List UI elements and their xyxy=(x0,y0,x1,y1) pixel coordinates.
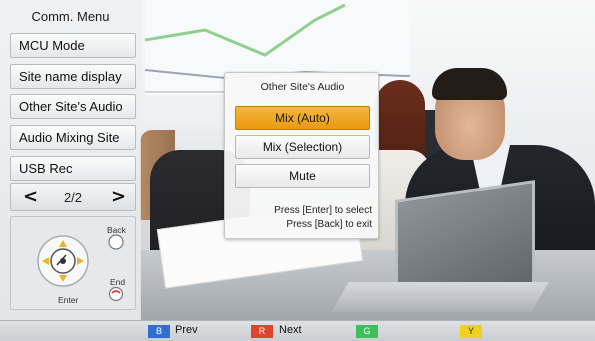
hint-select: Press [Enter] to select xyxy=(274,205,372,216)
red-key[interactable]: R xyxy=(251,325,273,338)
option-mute[interactable]: Mute xyxy=(235,164,370,188)
blue-key-label: Prev xyxy=(175,324,198,336)
back-label: Back xyxy=(107,225,126,235)
blue-key[interactable]: B xyxy=(148,325,170,338)
remote-guide: Back End Enter xyxy=(10,216,136,310)
bottom-key-bar: B Prev R Next G Y xyxy=(0,320,595,341)
menu-item-site-name-display[interactable]: Site name display xyxy=(10,64,136,89)
popup-title: Other Site's Audio xyxy=(260,81,345,93)
enter-label: Enter xyxy=(58,295,79,305)
page-indicator: 2/2 xyxy=(63,190,83,205)
green-key[interactable]: G xyxy=(356,325,378,338)
option-mix-selection[interactable]: Mix (Selection) xyxy=(235,135,370,159)
comm-menu-panel: Comm. Menu MCU Mode Site name display Ot… xyxy=(0,0,141,320)
menu-item-other-sites-audio[interactable]: Other Site's Audio xyxy=(10,94,136,119)
hint-exit: Press [Back] to exit xyxy=(286,219,372,230)
menu-item-usb-rec[interactable]: USB Rec xyxy=(10,156,136,181)
menu-item-audio-mixing-site[interactable]: Audio Mixing Site xyxy=(10,125,136,150)
end-label: End xyxy=(110,277,126,287)
laptop-base xyxy=(331,282,549,312)
menu-item-mcu-mode[interactable]: MCU Mode xyxy=(10,33,136,58)
man-hair xyxy=(432,68,507,100)
menu-title: Comm. Menu xyxy=(31,9,110,24)
red-key-label: Next xyxy=(279,324,302,336)
next-page-arrow-icon[interactable]: > xyxy=(111,185,126,209)
menu-pager: < 2/2 > xyxy=(10,183,136,211)
option-mix-auto[interactable]: Mix (Auto) xyxy=(235,106,370,130)
other-sites-audio-popup: Other Site's Audio Mix (Auto) Mix (Selec… xyxy=(224,72,379,239)
yellow-key[interactable]: Y xyxy=(460,325,482,338)
prev-page-arrow-icon[interactable]: < xyxy=(23,185,38,209)
